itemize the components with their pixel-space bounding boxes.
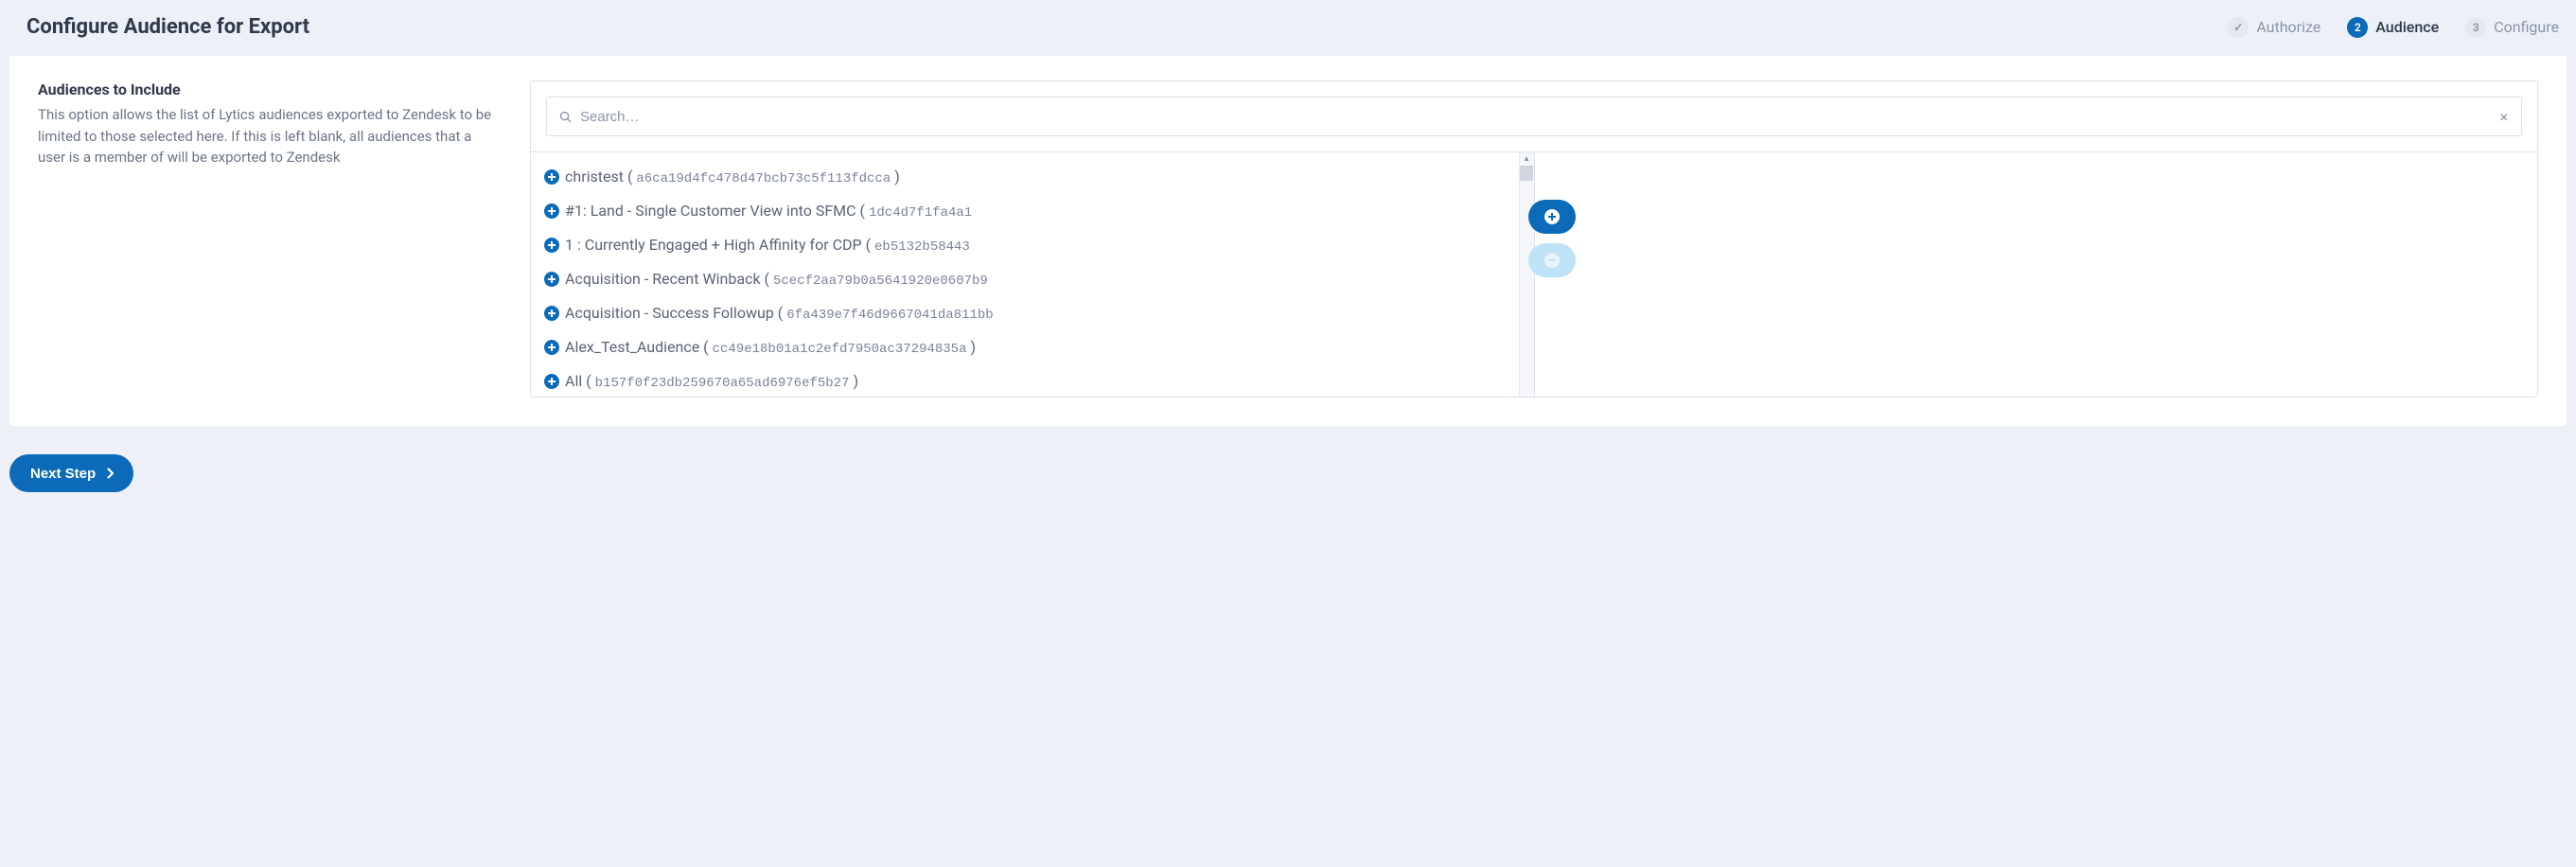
next-step-label: Next Step bbox=[30, 466, 96, 482]
plus-circle-icon bbox=[544, 340, 559, 355]
selected-audiences-panel bbox=[1535, 152, 2538, 397]
plus-circle-icon bbox=[544, 238, 559, 253]
audience-label: Acquisition - Recent Winback ( 5cecf2aa7… bbox=[565, 270, 988, 289]
step-label: Audience bbox=[2375, 18, 2439, 36]
section-title: Audiences to Include bbox=[38, 80, 492, 98]
config-card: Audiences to Include This option allows … bbox=[9, 56, 2567, 426]
plus-circle-icon bbox=[544, 169, 559, 185]
plus-icon bbox=[1544, 209, 1560, 224]
step-label: Configure bbox=[2494, 18, 2559, 36]
checkmark-icon: ✓ bbox=[2228, 17, 2249, 38]
step-configure[interactable]: 3 Configure bbox=[2465, 17, 2559, 38]
scroll-up-icon[interactable]: ▴ bbox=[1525, 152, 1529, 166]
audience-label: Acquisition - Success Followup ( 6fa439e… bbox=[565, 304, 994, 323]
audience-label: 1 : Currently Engaged + High Affinity fo… bbox=[565, 236, 970, 255]
audience-item[interactable]: Acquisition - Recent Winback ( 5cecf2aa7… bbox=[544, 262, 1515, 296]
chevron-right-icon bbox=[107, 468, 115, 479]
audience-label: All ( b157f0f23db259670a65ad6976ef5b27 ) bbox=[565, 372, 858, 391]
plus-circle-icon bbox=[544, 272, 559, 287]
audience-item[interactable]: christest ( a6ca19d4fc478d47bcb73c5f113f… bbox=[544, 160, 1515, 194]
audience-hash: eb5132b58443 bbox=[874, 239, 970, 255]
step-number-icon: 2 bbox=[2347, 17, 2368, 38]
step-number-icon: 3 bbox=[2465, 17, 2486, 38]
clear-icon[interactable]: × bbox=[2497, 108, 2510, 126]
plus-circle-icon bbox=[544, 203, 559, 219]
stepper: ✓ Authorize 2 Audience 3 Configure bbox=[2228, 17, 2559, 38]
available-audiences-panel: christest ( a6ca19d4fc478d47bcb73c5f113f… bbox=[531, 152, 1535, 397]
audience-item[interactable]: Acquisition - Success Followup ( 6fa439e… bbox=[544, 296, 1515, 330]
next-step-button[interactable]: Next Step bbox=[9, 454, 133, 492]
page-title: Configure Audience for Export bbox=[26, 15, 309, 39]
audience-label: Alex_Test_Audience ( cc49e18b01a1c2efd79… bbox=[565, 338, 976, 357]
step-authorize[interactable]: ✓ Authorize bbox=[2228, 17, 2320, 38]
remove-all-button bbox=[1528, 243, 1576, 277]
audience-hash: 5cecf2aa79b0a5641920e0607b9 bbox=[773, 274, 988, 289]
audience-hash: 1dc4d7f1fa4a1 bbox=[869, 205, 972, 221]
plus-circle-icon bbox=[544, 306, 559, 321]
step-label: Authorize bbox=[2256, 18, 2320, 36]
audience-item[interactable]: 1 : Currently Engaged + High Affinity fo… bbox=[544, 228, 1515, 262]
audience-item[interactable]: Alex_Test_Audience ( cc49e18b01a1c2efd79… bbox=[544, 330, 1515, 364]
minus-icon bbox=[1544, 253, 1560, 268]
audience-label: #1: Land - Single Customer View into SFM… bbox=[565, 202, 972, 221]
search-box: × bbox=[546, 97, 2522, 136]
audience-hash: b157f0f23db259670a65ad6976ef5b27 bbox=[595, 376, 850, 391]
add-all-button[interactable] bbox=[1528, 200, 1576, 234]
audience-hash: cc49e18b01a1c2efd7950ac37294835a bbox=[713, 342, 967, 357]
audience-hash: 6fa439e7f46d9667041da811bb bbox=[786, 308, 993, 323]
audience-hash: a6ca19d4fc478d47bcb73c5f113fdcca bbox=[636, 171, 891, 186]
audience-item[interactable]: All ( b157f0f23db259670a65ad6976ef5b27 ) bbox=[544, 364, 1515, 397]
plus-circle-icon bbox=[544, 374, 559, 389]
audience-label: christest ( a6ca19d4fc478d47bcb73c5f113f… bbox=[565, 168, 900, 186]
audience-picker: × christest ( a6ca19d4fc478d47bcb73c5f11… bbox=[530, 80, 2538, 398]
scroll-thumb[interactable] bbox=[1520, 166, 1533, 181]
audience-item[interactable]: #1: Land - Single Customer View into SFM… bbox=[544, 194, 1515, 228]
search-input[interactable] bbox=[580, 109, 2497, 125]
step-audience[interactable]: 2 Audience bbox=[2347, 17, 2439, 38]
section-description: This option allows the list of Lytics au… bbox=[38, 104, 492, 168]
search-icon bbox=[558, 110, 573, 124]
